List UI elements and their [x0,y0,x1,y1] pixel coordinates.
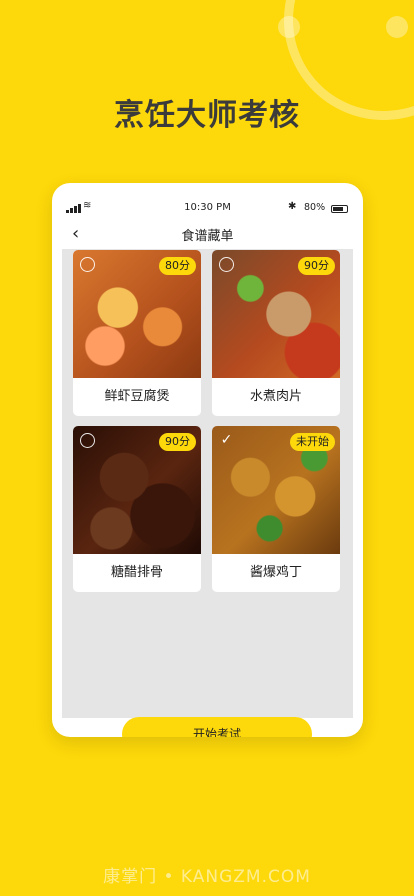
status-badge: 未开始 [290,433,335,451]
score-badge: 90分 [159,433,196,451]
recipe-card[interactable]: 80分 鲜虾豆腐煲 [73,250,201,416]
recipe-name: 酱爆鸡丁 [249,565,302,580]
watermark: 康掌门 • KANGZM.COM [103,867,311,887]
phone-mockup: ≋ 10:30 PM ✱ 80% ‹ 食谱藏单 80分 鲜虾豆腐煲 90分 水煮… [52,183,363,737]
bluetooth-icon: ✱ [288,201,297,212]
start-exam-button[interactable]: 开始考试 [122,717,312,737]
page-title: 烹饪大师考核 [114,98,300,133]
nav-title: 食谱藏单 [181,229,234,244]
check-icon[interactable]: ✓ [219,433,234,448]
recipe-name: 水煮肉片 [249,389,302,404]
battery-icon [331,205,348,213]
recipe-card[interactable]: 90分 糖醋排骨 [73,426,201,592]
radio-circle-icon[interactable] [219,257,234,272]
status-bar: ≋ 10:30 PM ✱ 80% [52,199,363,219]
score-badge: 80分 [159,257,196,275]
recipe-card[interactable]: 90分 水煮肉片 [212,250,340,416]
score-badge: 90分 [298,257,335,275]
recipe-name: 鲜虾豆腐煲 [104,389,170,404]
radio-circle-icon[interactable] [80,257,95,272]
battery-percent: 80% [304,202,326,213]
radio-circle-icon[interactable] [80,433,95,448]
recipe-grid: 80分 鲜虾豆腐煲 90分 水煮肉片 90分 糖醋排骨 ✓ 未开始 酱爆鸡丁 开… [62,249,353,737]
recipe-card[interactable]: ✓ 未开始 酱爆鸡丁 [212,426,340,592]
recipe-name: 糖醋排骨 [110,565,163,580]
nav-bar: ‹ 食谱藏单 [52,221,363,247]
